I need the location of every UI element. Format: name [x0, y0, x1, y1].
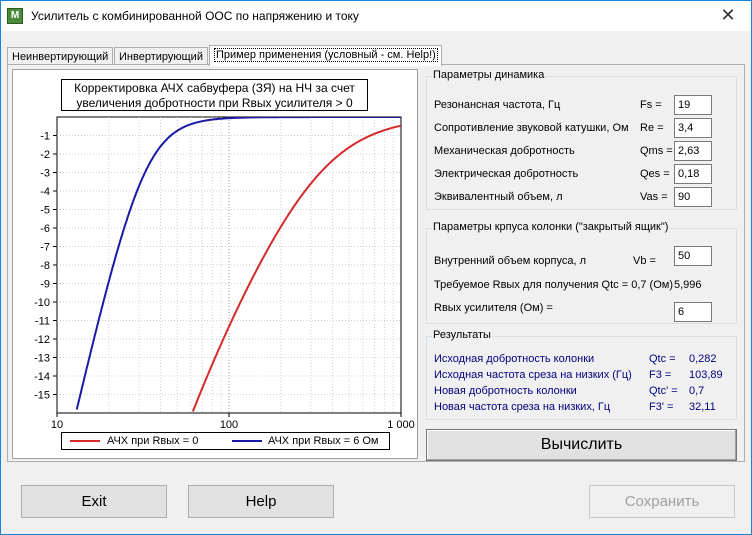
result-symbol-2: Qtc' =	[649, 385, 678, 397]
tab-example-label: Пример применения (условный - см. Help!)	[214, 48, 438, 62]
result-symbol-0: Qtc =	[649, 353, 676, 365]
dynamics-group-title: Параметры динамика	[432, 69, 546, 81]
app-icon[interactable]: M	[7, 8, 23, 24]
help-button[interactable]: Help	[188, 485, 334, 518]
result-label-2: Новая добротность колонки	[434, 385, 577, 397]
tab-example[interactable]: Пример применения (условный - см. Help!)	[209, 45, 442, 66]
y-tick-label: -4	[40, 186, 50, 198]
y-tick-label: -10	[34, 297, 50, 309]
legend-label-rout-0: АЧХ при Rвых = 0	[107, 435, 199, 447]
chart-legend: АЧХ при Rвых = 0 АЧХ при Rвых = 6 Ом	[61, 432, 390, 450]
y-tick-label: -13	[34, 353, 50, 365]
dynamics-field-4[interactable]: 90	[674, 187, 712, 207]
result-symbol-1: F3 =	[649, 369, 672, 381]
y-tick-label: -9	[40, 279, 50, 291]
result-value-3: 32,11	[689, 401, 716, 413]
tab-noninverting[interactable]: Неинвертирующий	[7, 47, 113, 65]
chart: -1 -2 -3 -4 -5 -6 -7 -8 -9 -10 -11 -12 -13 -14 -15 10 10…	[12, 69, 418, 459]
x-tick-label: 10	[51, 419, 63, 431]
rout-field[interactable]: 6	[674, 302, 712, 322]
window-title: Усилитель с комбинированной ООС по напря…	[31, 9, 359, 23]
x-tick-label: 1 000	[387, 419, 415, 431]
dynamics-field-2[interactable]: 2,63	[674, 141, 712, 161]
exit-button[interactable]: Exit	[21, 485, 167, 518]
dynamics-symbol-2: Qms =	[640, 145, 673, 157]
legend-line-rout-0	[70, 440, 100, 442]
tab-inverting-label: Инвертирующий	[119, 51, 203, 63]
legend-line-rout-6	[232, 440, 262, 442]
chart-title-line1: Корректировка АЧХ сабвуфера (ЗЯ) на НЧ з…	[74, 81, 355, 95]
calculate-button[interactable]: Вычислить	[426, 429, 737, 461]
dynamics-field-1[interactable]: 3,4	[674, 118, 712, 138]
required-rout-value: 5,996	[674, 279, 702, 291]
result-label-1: Исходная частота среза на низких (Гц)	[434, 369, 632, 381]
dynamics-label-2: Механическая добротность	[434, 145, 575, 157]
result-value-2: 0,7	[689, 385, 705, 397]
dynamics-symbol-3: Qes =	[640, 168, 670, 180]
dynamics-symbol-1: Re =	[640, 122, 664, 134]
y-tick-label: -1	[40, 131, 50, 143]
required-rout-label: Требуемое Rвых для получения Qtc = 0,7 (…	[434, 279, 673, 291]
tab-noninverting-label: Неинвертирующий	[12, 51, 109, 63]
volume-label: Внутренний объем корпуса, л	[434, 255, 586, 267]
y-tick-label: -14	[34, 371, 50, 383]
chart-title: Корректировка АЧХ сабвуфера (ЗЯ) на НЧ з…	[61, 79, 368, 111]
result-label-0: Исходная добротность колонки	[434, 353, 595, 365]
y-tick-label: -11	[35, 316, 50, 328]
y-tick-label: -5	[40, 205, 50, 217]
main-window: M Усилитель с комбинированной ООС по нап…	[0, 0, 752, 535]
dynamics-label-1: Сопротивление звуковой катушки, Ом	[434, 122, 629, 134]
results-group-title: Результаты	[432, 329, 492, 341]
y-tick-label: -8	[40, 260, 50, 272]
result-value-1: 103,89	[689, 369, 723, 381]
y-tick-label: -15	[34, 390, 50, 402]
result-label-3: Новая частота среза на низких, Гц	[434, 401, 611, 413]
x-tick-label: 100	[220, 419, 238, 431]
volume-symbol: Vb =	[633, 255, 656, 267]
dynamics-field-0[interactable]: 19	[674, 95, 712, 115]
y-tick-label: -6	[40, 223, 50, 235]
chart-title-line2: увеличения добротности при Rвых усилител…	[76, 96, 353, 110]
dynamics-label-0: Резонансная частота, Гц	[434, 99, 561, 111]
enclosure-group-title: Параметры крпуса колонки ("закрытый ящик…	[432, 221, 670, 233]
tab-inverting[interactable]: Инвертирующий	[114, 47, 208, 65]
dynamics-symbol-4: Vas =	[640, 191, 668, 203]
save-button[interactable]: Сохранить	[589, 485, 735, 518]
result-value-0: 0,282	[689, 353, 717, 365]
dynamics-symbol-0: Fs =	[640, 99, 662, 111]
close-button[interactable]: ✕	[705, 1, 751, 30]
rout-label: Rвых усилителя (Ом) =	[434, 302, 553, 314]
legend-label-rout-6: АЧХ при Rвых = 6 Ом	[268, 435, 379, 447]
dynamics-field-3[interactable]: 0,18	[674, 164, 712, 184]
y-tick-label: -7	[40, 242, 50, 254]
result-symbol-3: F3' =	[649, 401, 674, 413]
dynamics-label-3: Электрическая добротность	[434, 168, 579, 180]
y-tick-label: -3	[40, 168, 50, 180]
y-tick-label: -2	[40, 149, 50, 161]
title-bar[interactable]: M Усилитель с комбинированной ООС по нап…	[1, 1, 751, 31]
dynamics-label-4: Эквивалентный объем, л	[434, 191, 563, 203]
volume-field[interactable]: 50	[674, 246, 712, 266]
chart-svg: -1 -2 -3 -4 -5 -6 -7 -8 -9 -10 -11 -12 -13 -14 -15 10 10…	[34, 116, 415, 431]
y-tick-label: -12	[34, 334, 50, 346]
